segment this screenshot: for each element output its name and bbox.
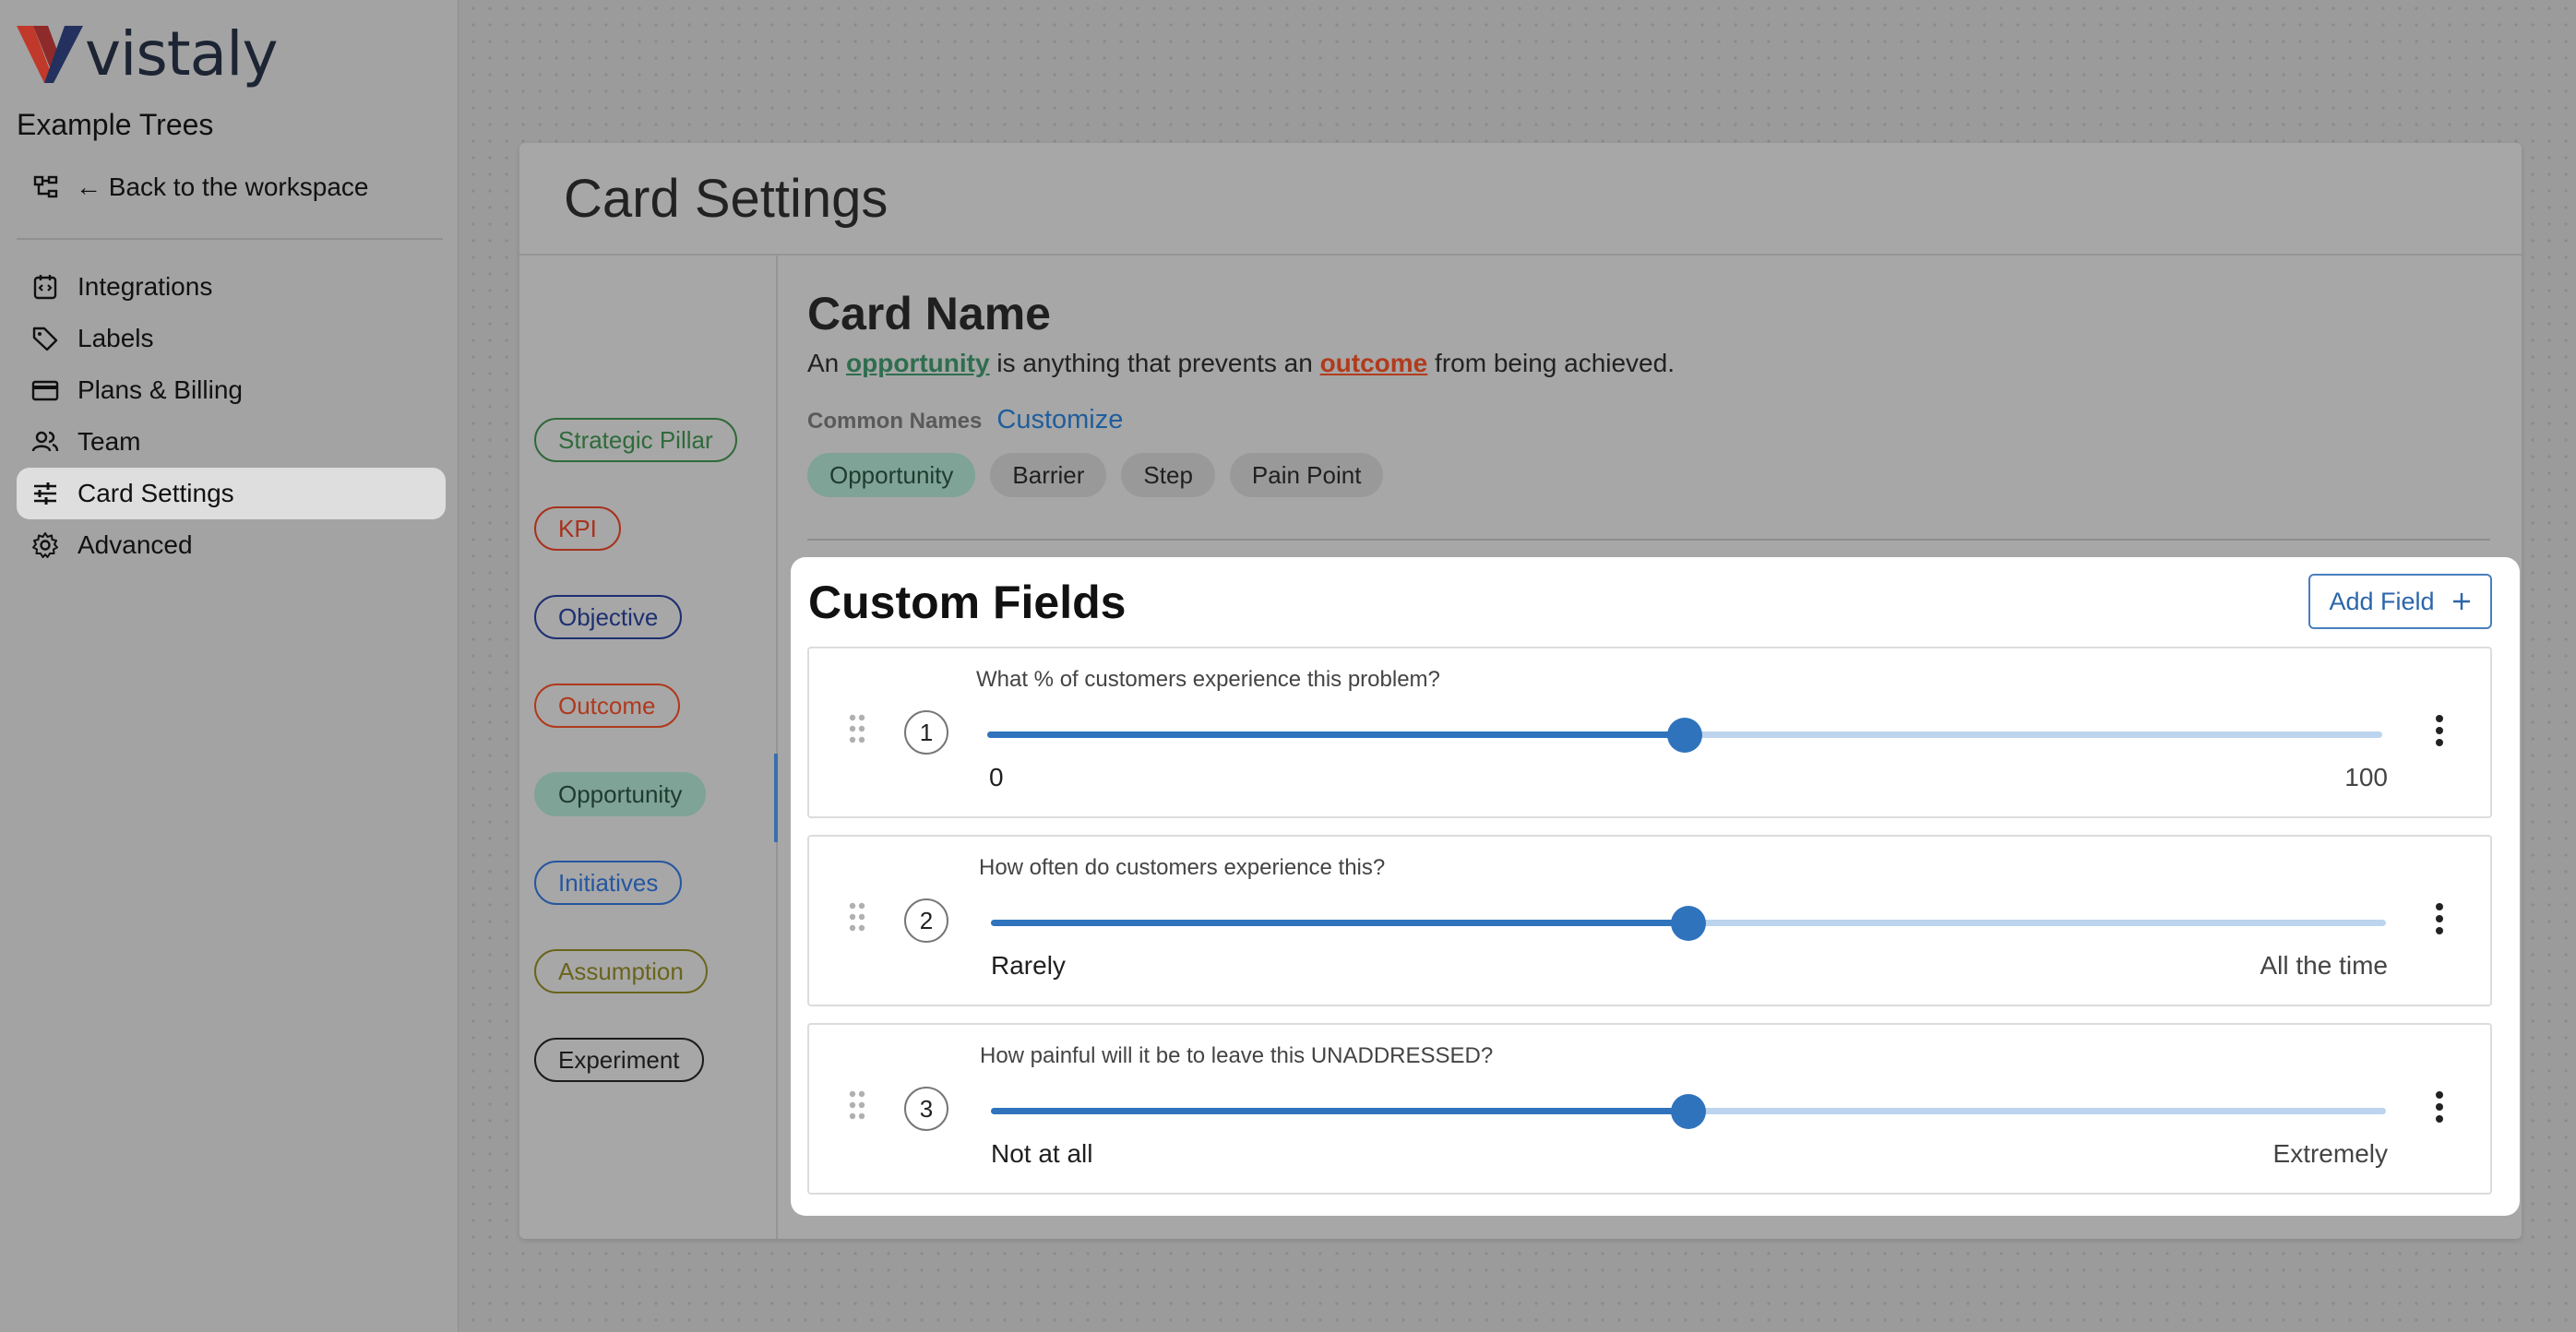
field-slider[interactable] xyxy=(987,718,2382,753)
field-number-badge: 3 xyxy=(904,1087,948,1131)
nav-label: Plans & Billing xyxy=(78,375,243,404)
outcome-link[interactable]: outcome xyxy=(1320,349,1428,377)
slider-thumb[interactable] xyxy=(1671,1094,1706,1129)
vistaly-mark-icon xyxy=(17,26,83,83)
desc-text: is anything that prevents an xyxy=(996,349,1313,377)
card-type-label: KPI xyxy=(558,514,597,542)
slider-min-label: 0 xyxy=(989,763,1004,791)
field-slider[interactable] xyxy=(991,906,2386,941)
sliders-icon xyxy=(34,482,56,505)
card-type-kpi[interactable]: KPI xyxy=(534,506,621,551)
card-type-opportunity[interactable]: Opportunity xyxy=(534,772,707,816)
add-field-button[interactable]: Add Field xyxy=(2308,574,2492,629)
more-options-icon[interactable] xyxy=(2435,1091,2444,1127)
card-type-assumption[interactable]: Assumption xyxy=(534,949,708,993)
back-link-label: ← Back to the workspace xyxy=(76,172,369,201)
desc-text: from being achieved. xyxy=(1435,349,1675,377)
custom-fields-title: Custom Fields xyxy=(808,577,1127,628)
slider-min-label: Rarely xyxy=(991,951,1066,980)
nav-item-integrations[interactable]: Integrations xyxy=(17,261,446,313)
nav-label: Labels xyxy=(78,324,154,352)
field-number-badge: 1 xyxy=(904,710,948,755)
nav-item-plans-billing[interactable]: Plans & Billing xyxy=(17,364,446,416)
custom-field-row: 2 How often do customers experience this… xyxy=(807,835,2492,1006)
add-field-label: Add Field xyxy=(2329,587,2435,615)
card-type-label: Strategic Pillar xyxy=(558,425,713,454)
desc-text: An xyxy=(807,349,840,377)
card-name-heading: Card Name xyxy=(807,288,1051,339)
field-number-badge: 2 xyxy=(904,898,948,943)
page-title: Card Settings xyxy=(564,168,888,229)
card-type-label: Experiment xyxy=(558,1045,680,1074)
integrations-icon xyxy=(33,275,57,300)
name-pill-barrier[interactable]: Barrier xyxy=(990,453,1107,497)
panel-header: Card Settings xyxy=(519,143,2522,256)
card-description: An opportunity is anything that prevents… xyxy=(807,349,1675,378)
card-type-list: Strategic Pillar KPI Objective Outcome O… xyxy=(519,256,778,1239)
slider-max-label: All the time xyxy=(2260,951,2389,980)
card-type-label: Outcome xyxy=(558,691,656,720)
more-options-icon[interactable] xyxy=(2435,715,2444,751)
nav-item-advanced[interactable]: Advanced xyxy=(17,519,446,571)
opportunity-link[interactable]: opportunity xyxy=(846,349,990,377)
nav-item-card-settings[interactable]: Card Settings xyxy=(17,468,446,519)
slider-min-label: Not at all xyxy=(991,1139,1093,1168)
field-slider[interactable] xyxy=(991,1094,2386,1129)
custom-field-row: 3 How painful will it be to leave this U… xyxy=(807,1023,2492,1195)
card-type-label: Opportunity xyxy=(558,779,683,808)
card-type-objective[interactable]: Objective xyxy=(534,595,683,639)
field-question[interactable]: How often do customers experience this? xyxy=(979,855,1385,881)
common-names-row: Common Names Customize xyxy=(807,405,1123,435)
card-type-outcome[interactable]: Outcome xyxy=(534,684,680,728)
name-pill-opportunity[interactable]: Opportunity xyxy=(807,453,976,497)
drag-handle-icon[interactable] xyxy=(848,901,866,937)
drag-handle-icon[interactable] xyxy=(848,1089,866,1125)
customize-link[interactable]: Customize xyxy=(996,405,1123,435)
nav-item-labels[interactable]: Labels xyxy=(17,313,446,364)
card-type-label: Initiatives xyxy=(558,868,659,897)
more-options-icon[interactable] xyxy=(2435,903,2444,939)
custom-fields-section: Custom Fields Add Field 1 What % of cust… xyxy=(791,557,2520,1216)
card-type-strategic-pillar[interactable]: Strategic Pillar xyxy=(534,418,737,462)
nav-label: Team xyxy=(78,427,141,456)
active-type-indicator xyxy=(774,754,778,842)
sidebar: vistaly Example Trees ← Back to the work… xyxy=(0,0,459,1332)
brand-name: vistaly xyxy=(85,18,278,89)
sidebar-divider xyxy=(17,238,443,240)
slider-fill xyxy=(987,731,1685,738)
slider-max-label: Extremely xyxy=(2272,1139,2388,1168)
slider-thumb[interactable] xyxy=(1671,906,1706,941)
slider-fill xyxy=(991,920,1688,926)
slider-fill xyxy=(991,1108,1688,1114)
nav-label: Card Settings xyxy=(78,479,234,507)
gear-icon xyxy=(32,532,58,558)
settings-nav: Integrations Labels Plans & Billing Team xyxy=(17,261,446,571)
name-pill-step[interactable]: Step xyxy=(1121,453,1215,497)
team-icon xyxy=(31,431,59,452)
slider-thumb[interactable] xyxy=(1667,718,1702,753)
common-names-list: Opportunity Barrier Step Pain Point xyxy=(807,453,1384,497)
nav-item-team[interactable]: Team xyxy=(17,416,446,468)
drag-handle-icon[interactable] xyxy=(848,713,866,749)
back-to-workspace-link[interactable]: ← Back to the workspace xyxy=(33,172,368,202)
name-pill-pain-point[interactable]: Pain Point xyxy=(1229,453,1384,497)
common-names-label: Common Names xyxy=(807,409,983,434)
custom-field-row: 1 What % of customers experience this pr… xyxy=(807,647,2492,818)
field-question[interactable]: How painful will it be to leave this UNA… xyxy=(980,1043,1493,1069)
vistaly-logo[interactable]: vistaly xyxy=(17,24,278,85)
card-type-experiment[interactable]: Experiment xyxy=(534,1038,704,1082)
field-question[interactable]: What % of customers experience this prob… xyxy=(976,667,1440,693)
card-type-label: Objective xyxy=(558,602,659,631)
credit-card-icon xyxy=(31,380,59,401)
card-type-initiatives[interactable]: Initiatives xyxy=(534,861,683,905)
tree-icon xyxy=(33,175,58,198)
plus-icon xyxy=(2452,593,2470,610)
nav-label: Advanced xyxy=(78,530,193,559)
card-type-label: Assumption xyxy=(558,957,684,985)
detail-divider xyxy=(807,539,2490,541)
workspace-name: Example Trees xyxy=(17,108,214,141)
tag-icon xyxy=(32,327,58,351)
slider-max-label: 100 xyxy=(2344,763,2388,791)
nav-label: Integrations xyxy=(78,272,213,301)
